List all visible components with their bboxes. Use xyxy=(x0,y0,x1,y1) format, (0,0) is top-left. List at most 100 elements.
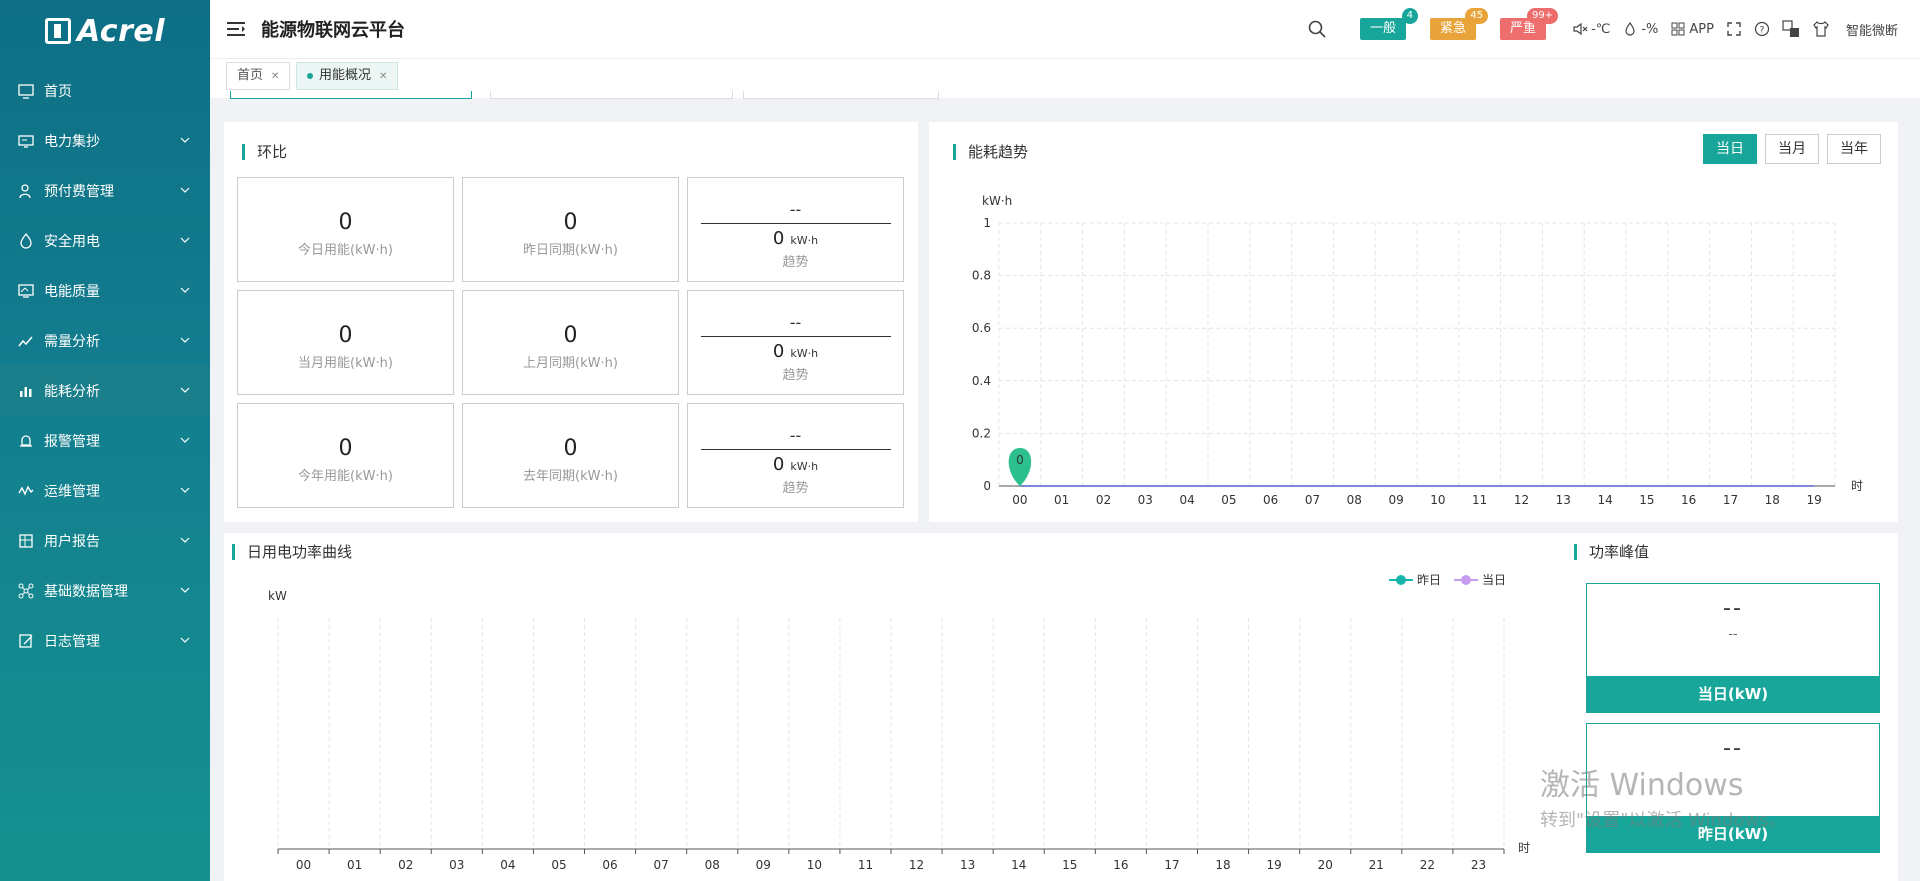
current-usage-label: 当月用能(kW·h) xyxy=(298,356,393,371)
search-icon[interactable] xyxy=(1308,20,1326,38)
x-tick-label: 09 xyxy=(1388,493,1403,507)
trend-icon xyxy=(18,336,33,347)
sidebar-item-1[interactable]: 电力集抄 xyxy=(0,116,210,166)
current-usage-value: 0 xyxy=(338,323,353,348)
alert-button-0[interactable]: 一般 4 xyxy=(1360,8,1419,40)
trend-percent: -- xyxy=(789,313,802,332)
app-title: 能源物联网云平台 xyxy=(261,20,405,41)
x-tick-label: 20 xyxy=(1318,858,1333,872)
x-tick-label: 14 xyxy=(1011,858,1026,872)
divider xyxy=(700,449,891,450)
sound-toggle[interactable]: -℃ xyxy=(1572,21,1610,37)
sidebar-item-0[interactable]: 首页 xyxy=(0,66,210,116)
logo-text: Acrel xyxy=(76,13,165,49)
x-tick-label: 00 xyxy=(296,858,311,872)
trend-amount: 0 xyxy=(772,454,785,475)
previous-period-cell: 0 上月同期(kW·h) xyxy=(462,290,679,395)
trend-label: 趋势 xyxy=(782,255,809,270)
x-tick-label: 00 xyxy=(1012,493,1027,507)
temperature-value: -℃ xyxy=(1591,21,1611,37)
alert-button-1[interactable]: 紧急 45 xyxy=(1430,8,1489,40)
tab-home[interactable]: 首页 ✕ xyxy=(226,62,291,90)
sidebar-item-5[interactable]: 需量分析 xyxy=(0,316,210,366)
y-tick-label: 0.4 xyxy=(972,374,991,388)
sidebar-item-7[interactable]: 报警管理 xyxy=(0,416,210,466)
app-link[interactable]: APP xyxy=(1670,21,1714,37)
windows-watermark: 激活 Windows 转到"设置"以激活 Windows。 xyxy=(1540,760,1787,832)
droplet-icon xyxy=(1625,21,1635,36)
x-tick-label: 11 xyxy=(858,858,873,872)
log-icon xyxy=(19,634,33,648)
x-tick-label: 11 xyxy=(1472,493,1487,507)
chevron-down-icon xyxy=(180,487,190,493)
x-tick-label: 02 xyxy=(398,858,413,872)
report-icon xyxy=(19,534,33,548)
power-curve-chart: kW 00 01 02 03 04 05 06 07 08 09 10 11 12 13 14 15 16 17 18… xyxy=(268,573,1530,872)
alarm-icon xyxy=(20,435,32,447)
fullscreen-icon[interactable] xyxy=(1726,21,1742,37)
x-tick-label: 17 xyxy=(1723,493,1738,507)
bar-chart-icon xyxy=(20,387,32,397)
legend-label: 昨日 xyxy=(1417,573,1441,587)
sidebar-item-label: 日志管理 xyxy=(44,634,100,650)
x-tick-label: 15 xyxy=(1639,493,1654,507)
trend-cell: -- 0 kW·h 趋势 xyxy=(687,177,904,282)
sidebar-item-3[interactable]: 安全用电 xyxy=(0,216,210,266)
sidebar-item-8[interactable]: 运维管理 xyxy=(0,466,210,516)
current-usage-label: 今年用能(kW·h) xyxy=(298,469,393,484)
trend-label: 趋势 xyxy=(782,481,809,496)
y-tick-label: 0.6 xyxy=(972,321,991,335)
chevron-down-icon xyxy=(180,637,190,643)
peak-today-time: -- xyxy=(1728,627,1738,642)
trend-unit: kW·h xyxy=(790,234,819,247)
previous-period-label: 昨日同期(kW·h) xyxy=(523,243,618,258)
x-tick-label: 01 xyxy=(347,858,362,872)
x-tick-label: 22 xyxy=(1420,858,1435,872)
sidebar-item-label: 需量分析 xyxy=(44,334,100,350)
sidebar-item-label: 能耗分析 xyxy=(44,384,100,400)
filter-tab-underline xyxy=(230,91,472,99)
shirt-icon[interactable] xyxy=(1812,20,1830,38)
tab-energy-overview[interactable]: 用能概况 ✕ xyxy=(296,62,399,90)
trend-unit: kW·h xyxy=(790,347,819,360)
sidebar-item-2[interactable]: 预付费管理 xyxy=(0,166,210,216)
x-tick-label: 19 xyxy=(1806,493,1821,507)
translate-icon[interactable] xyxy=(1782,20,1800,38)
alert-label: 紧急 xyxy=(1440,21,1467,36)
smart-breaker-link[interactable]: 智能微断 xyxy=(1846,20,1898,39)
sidebar-item-11[interactable]: 日志管理 xyxy=(0,616,210,666)
header-toolbar: 一般 4 紧急 45 严重 99+ -℃ -% APP ? 智能微断 xyxy=(1308,0,1898,58)
sidebar-item-9[interactable]: 用户报告 xyxy=(0,516,210,566)
ratio-panel: 环比 0 今日用能(kW·h) 0 昨日同期(kW·h) -- 0 kW·h 趋势 0 当月用能(… xyxy=(224,122,918,522)
app-label: APP xyxy=(1689,21,1714,37)
marker-label: 0 xyxy=(1016,453,1024,467)
sidebar-item-10[interactable]: 基础数据管理 xyxy=(0,566,210,616)
x-tick-label: 07 xyxy=(1305,493,1320,507)
peak-title: 功率峰值 xyxy=(1574,544,1649,560)
peak-today-card: -- -- 当日(kW) xyxy=(1586,583,1880,713)
help-icon[interactable]: ? xyxy=(1754,21,1770,37)
close-icon[interactable]: ✕ xyxy=(271,71,279,82)
x-tick-label: 18 xyxy=(1215,858,1230,872)
close-icon[interactable]: ✕ xyxy=(379,71,387,82)
sidebar-item-label: 首页 xyxy=(44,84,72,100)
sidebar-item-4[interactable]: 电能质量 xyxy=(0,266,210,316)
x-tick-label: 23 xyxy=(1471,858,1486,872)
previous-period-value: 0 xyxy=(563,436,578,461)
filter-tab-underline xyxy=(490,91,733,99)
alert-label: 一般 xyxy=(1370,21,1397,36)
screen-icon xyxy=(18,284,34,298)
peak-yesterday-value: -- xyxy=(1723,736,1743,761)
sidebar: Acrel 首页电力集抄预付费管理 安全用电 电能质量需量分析能耗分析报警管理 运维管… xyxy=(0,0,210,881)
x-tick-label: 10 xyxy=(1430,493,1445,507)
alert-button-2[interactable]: 严重 99+ xyxy=(1500,8,1559,40)
x-tick-label: 08 xyxy=(705,858,720,872)
user-icon xyxy=(19,184,31,199)
humidity-value: -% xyxy=(1641,21,1659,37)
trend-label: 趋势 xyxy=(782,368,809,383)
sidebar-item-label: 电力集抄 xyxy=(44,134,100,150)
chevron-down-icon xyxy=(180,237,190,243)
menu-toggle-icon[interactable] xyxy=(227,21,245,37)
x-tick-label: 04 xyxy=(500,858,515,872)
sidebar-item-6[interactable]: 能耗分析 xyxy=(0,366,210,416)
